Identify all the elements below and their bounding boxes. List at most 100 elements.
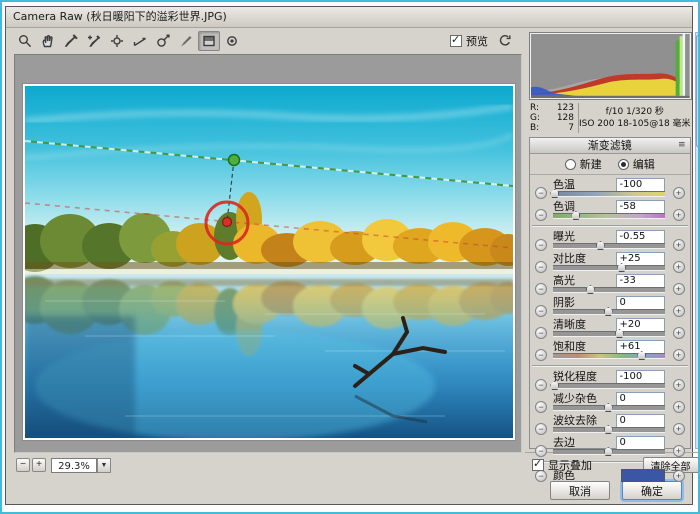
preview-area[interactable] <box>14 54 522 453</box>
spot-removal-tool[interactable] <box>152 31 174 51</box>
slider-track[interactable] <box>553 351 665 360</box>
slider-thumb[interactable] <box>603 403 613 412</box>
slider-value[interactable]: +61 <box>615 340 665 354</box>
slider-track[interactable] <box>553 263 665 272</box>
red-eye-tool[interactable] <box>221 31 243 51</box>
slider-track[interactable] <box>550 189 665 198</box>
zoom-out-button[interactable]: − <box>16 458 30 472</box>
preview-toggle[interactable]: 预览 <box>450 33 488 49</box>
slider-value[interactable]: 0 <box>615 392 665 406</box>
slider-thumb[interactable] <box>595 241 605 250</box>
color-row: − 颜色 + <box>533 466 687 486</box>
slider-value[interactable]: 0 <box>615 414 665 428</box>
increase-button[interactable]: + <box>672 239 685 251</box>
decrease-button[interactable]: − <box>535 187 547 199</box>
slider-value[interactable]: -100 <box>615 370 665 384</box>
zoom-level-dropdown[interactable]: ▼ <box>97 457 111 473</box>
decrease-button[interactable]: − <box>535 305 547 317</box>
decrease-button[interactable]: − <box>535 423 547 435</box>
red-eye-icon <box>224 33 240 49</box>
straighten-tool[interactable] <box>129 31 151 51</box>
photo[interactable] <box>23 84 515 440</box>
increase-button[interactable]: + <box>672 187 685 199</box>
decrease-button[interactable]: − <box>535 239 547 251</box>
slider-value[interactable]: 0 <box>615 296 665 310</box>
slider-track[interactable] <box>553 211 665 220</box>
increase-button[interactable]: + <box>672 283 685 295</box>
group-divider <box>532 365 688 366</box>
decrease-button[interactable]: − <box>535 470 547 482</box>
decrease-button[interactable]: − <box>535 209 547 221</box>
photo-image <box>25 86 513 438</box>
zoom-level-value[interactable]: 29.3% <box>51 457 97 473</box>
color-sampler-tool[interactable] <box>83 31 105 51</box>
window-title: Camera Raw (秋日暖阳下的溢彩世界.JPG) <box>13 10 227 23</box>
slider-value[interactable]: -33 <box>615 274 665 288</box>
slider-thumb[interactable] <box>603 447 613 456</box>
targeted-adjustment-tool[interactable] <box>106 31 128 51</box>
increase-button[interactable]: + <box>672 349 685 361</box>
show-overlay-checkbox[interactable] <box>532 457 544 471</box>
slider-thumb[interactable] <box>637 351 647 360</box>
slider-track[interactable] <box>553 447 665 456</box>
slider-thumb[interactable] <box>550 189 560 198</box>
color-swatch[interactable] <box>620 469 665 482</box>
increase-button[interactable]: + <box>672 261 685 273</box>
slider-track[interactable] <box>550 381 665 390</box>
decrease-button[interactable]: − <box>535 349 547 361</box>
radio-dot[interactable] <box>617 158 629 170</box>
decrease-button[interactable]: − <box>535 445 547 457</box>
slider-track[interactable] <box>553 403 665 412</box>
graduated-filter-tool[interactable] <box>198 31 220 51</box>
slider-value[interactable]: 0 <box>615 436 665 450</box>
histogram-plot <box>531 34 690 98</box>
slider-label: 去边 <box>553 436 575 449</box>
increase-button[interactable]: + <box>672 379 685 391</box>
slider-thumb[interactable] <box>614 329 624 338</box>
hand-tool[interactable] <box>37 31 59 51</box>
increase-button[interactable]: + <box>672 423 685 435</box>
radio-dot[interactable] <box>564 158 576 170</box>
panel-menu-icon[interactable]: ≡ <box>678 138 686 153</box>
increase-button[interactable]: + <box>672 470 685 482</box>
slider-thumb[interactable] <box>617 263 627 272</box>
preview-checkbox[interactable] <box>450 33 462 47</box>
panel-scrollbar[interactable] <box>694 32 698 449</box>
slider-thumb[interactable] <box>603 307 613 316</box>
zoom-in-button[interactable]: + <box>32 458 46 472</box>
rgb-values: R: 123 G: 128 B: 7 <box>530 103 579 133</box>
mode-radio-新建[interactable]: 新建 <box>564 156 602 172</box>
decrease-button[interactable]: − <box>535 379 547 391</box>
increase-button[interactable]: + <box>672 401 685 413</box>
slider-track[interactable] <box>553 425 665 434</box>
increase-button[interactable]: + <box>672 305 685 317</box>
slider-track[interactable] <box>553 307 665 316</box>
panel-scrollbar-thumb[interactable] <box>695 35 698 147</box>
zoom-tool[interactable] <box>14 31 36 51</box>
decrease-button[interactable]: − <box>535 401 547 413</box>
slider-value[interactable]: +20 <box>615 318 665 332</box>
slider-track[interactable] <box>553 285 665 294</box>
white-balance-tool[interactable] <box>60 31 82 51</box>
gradient-start-handle <box>227 153 241 167</box>
slider-value[interactable]: -58 <box>615 200 665 214</box>
decrease-button[interactable]: − <box>535 283 547 295</box>
adjustment-brush-tool[interactable] <box>175 31 197 51</box>
slider-thumb[interactable] <box>571 211 581 220</box>
slider-value[interactable]: -100 <box>615 178 665 192</box>
decrease-button[interactable]: − <box>535 261 547 273</box>
increase-button[interactable]: + <box>672 209 685 221</box>
slider-thumb[interactable] <box>585 285 595 294</box>
slider-track[interactable] <box>553 329 665 338</box>
rotate-right-button[interactable] <box>494 31 516 51</box>
increase-button[interactable]: + <box>672 445 685 457</box>
increase-button[interactable]: + <box>672 327 685 339</box>
slider-value[interactable]: +25 <box>615 252 665 266</box>
slider-thumb[interactable] <box>550 381 560 390</box>
zoom-icon <box>17 33 33 49</box>
decrease-button[interactable]: − <box>535 327 547 339</box>
slider-thumb[interactable] <box>603 425 613 434</box>
mode-radio-编辑[interactable]: 编辑 <box>617 156 655 172</box>
slider-track[interactable] <box>553 241 665 250</box>
slider-value[interactable]: -0.55 <box>615 230 665 244</box>
